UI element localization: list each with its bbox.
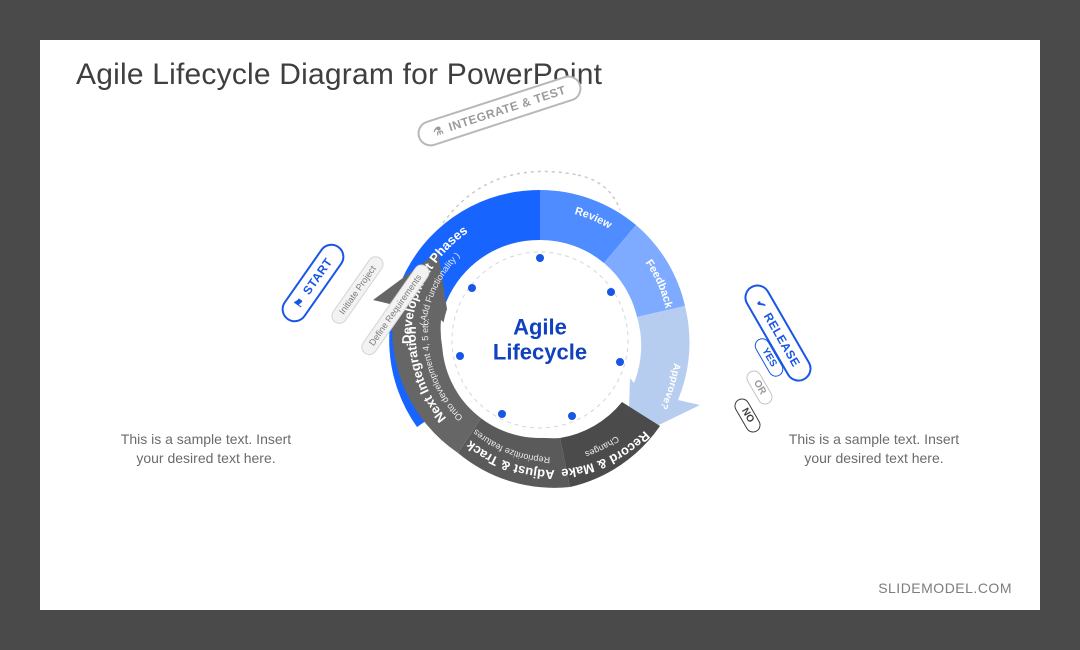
pill-start-label: START — [300, 255, 335, 297]
slide-canvas: Agile Lifecycle Diagram for PowerPoint T… — [40, 40, 1040, 610]
center-line1: Agile — [513, 315, 567, 340]
footer-branding: SLIDEMODEL.COM — [878, 580, 1012, 596]
slide-title: Agile Lifecycle Diagram for PowerPoint — [76, 58, 602, 92]
center-label: Agile Lifecycle — [493, 315, 587, 366]
flask-icon: ⚗ — [431, 123, 445, 139]
center-line2: Lifecycle — [493, 340, 587, 365]
agile-lifecycle-diagram: Development Phases ( Add Functionality )… — [340, 140, 740, 540]
flag-icon: ⚑ — [291, 295, 308, 311]
sample-text-left: This is a sample text. Insert your desir… — [106, 430, 306, 468]
sample-text-right: This is a sample text. Insert your desir… — [774, 430, 974, 468]
check-icon: ✔ — [753, 297, 769, 312]
